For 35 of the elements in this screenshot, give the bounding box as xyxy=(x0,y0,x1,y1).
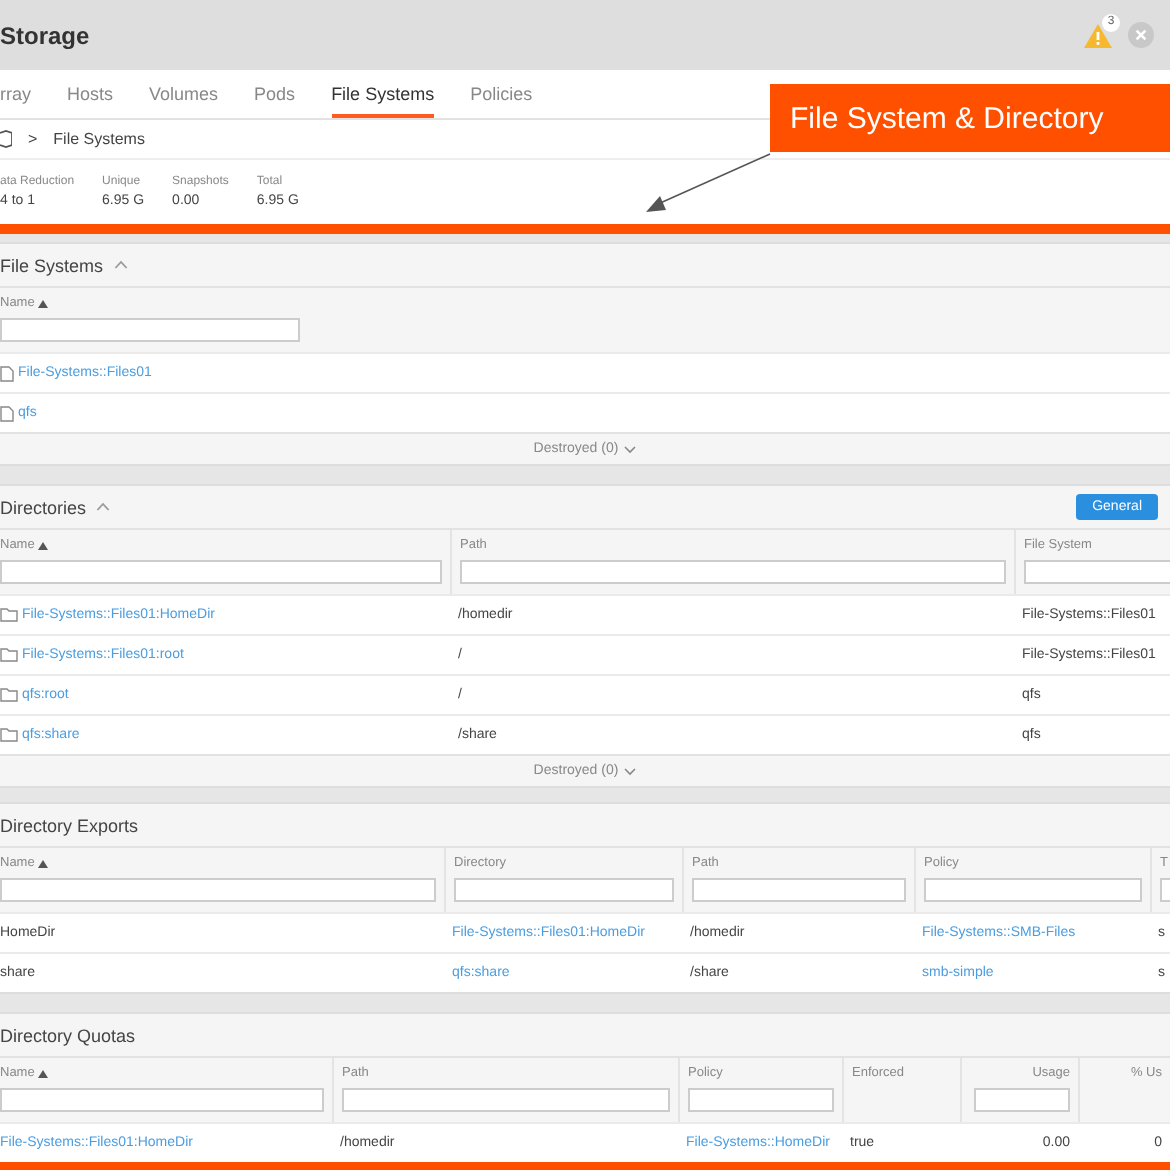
annotation-arrow xyxy=(646,153,771,212)
breadcrumb-separator: > xyxy=(28,130,38,148)
chevron-up-icon[interactable] xyxy=(96,502,111,512)
sort-ascending-icon xyxy=(38,1069,49,1077)
tab[interactable]: Hosts xyxy=(67,70,114,118)
tab[interactable]: Volumes xyxy=(149,70,219,118)
chevron-down-icon xyxy=(624,767,637,775)
tab[interactable]: Pods xyxy=(254,70,296,118)
filter-field[interactable] xyxy=(460,560,1006,584)
filter-field[interactable] xyxy=(688,1088,834,1112)
sort-ascending-icon xyxy=(38,859,49,867)
breadcrumb-current: File Systems xyxy=(53,130,145,148)
filter-field[interactable] xyxy=(924,878,1142,902)
tab[interactable]: Policies xyxy=(470,70,533,118)
filter-field[interactable] xyxy=(0,560,442,584)
close-icon[interactable] xyxy=(1128,22,1154,48)
section-title: Directories xyxy=(0,497,87,517)
filter-field[interactable] xyxy=(974,1088,1070,1112)
filter-field[interactable] xyxy=(0,318,300,342)
chevron-down-icon xyxy=(624,445,637,453)
filter-field[interactable] xyxy=(692,878,906,902)
window-title: Storage xyxy=(0,21,92,49)
section-title: Directory Quotas xyxy=(0,1025,136,1045)
warning-icon[interactable] xyxy=(1084,23,1112,47)
chevron-up-icon[interactable] xyxy=(113,260,128,270)
section-title: File Systems xyxy=(0,255,104,275)
sort-ascending-icon xyxy=(38,541,49,549)
filter-field[interactable] xyxy=(342,1088,670,1112)
tab[interactable]: rray xyxy=(0,70,31,118)
section-title: Directory Exports xyxy=(0,815,139,835)
annotation-callout: File System & Directory xyxy=(770,84,1170,152)
filter-field[interactable] xyxy=(0,878,436,902)
filter-field[interactable] xyxy=(0,1088,324,1112)
sort-ascending-icon xyxy=(38,299,49,307)
filter-field[interactable] xyxy=(454,878,674,902)
